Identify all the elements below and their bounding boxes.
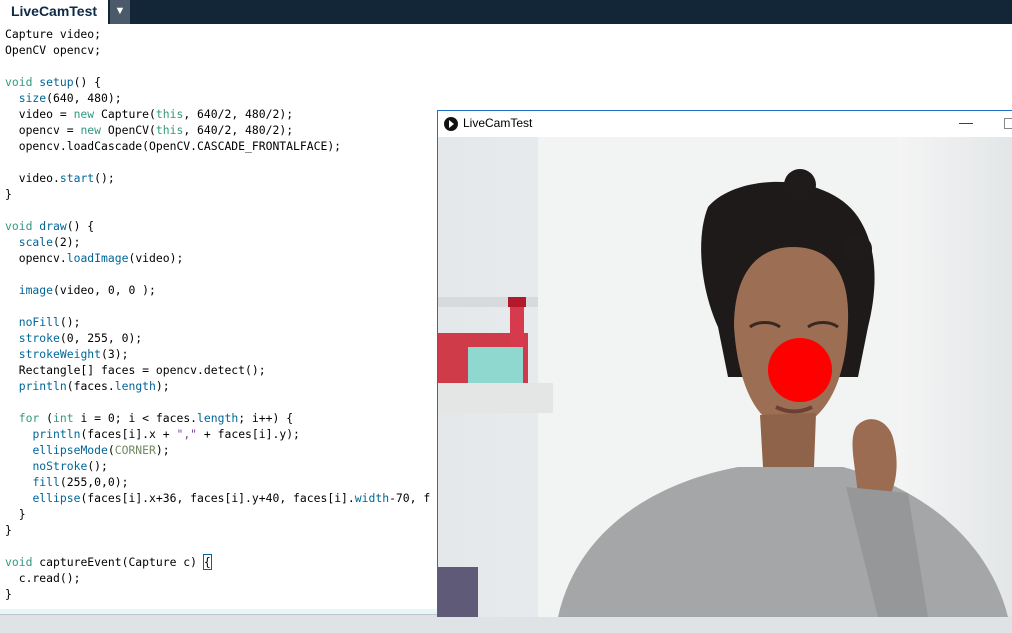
code-line[interactable]: Capture video; [5,26,430,42]
code-line[interactable]: void draw() { [5,218,430,234]
code-line[interactable] [5,538,430,554]
code-line[interactable] [5,154,430,170]
code-line[interactable]: } [5,186,430,202]
code-line[interactable]: size(640, 480); [5,90,430,106]
code-line[interactable]: opencv.loadCascade(OpenCV.CASCADE_FRONTA… [5,138,430,154]
code-line[interactable]: noStroke(); [5,458,430,474]
code-line[interactable]: Rectangle[] faces = opencv.detect(); [5,362,430,378]
code-line[interactable] [5,394,430,410]
sketch-window-title: LiveCamTest [463,116,533,130]
code-line[interactable]: OpenCV opencv; [5,42,430,58]
code-line[interactable]: opencv.loadImage(video); [5,250,430,266]
code-line[interactable]: void captureEvent(Capture c) { [5,554,430,570]
webcam-feed [438,137,1012,617]
code-line[interactable]: strokeWeight(3); [5,346,430,362]
code-line[interactable] [5,266,430,282]
code-line[interactable]: stroke(0, 255, 0); [5,330,430,346]
code-line[interactable]: } [5,506,430,522]
code-line[interactable]: image(video, 0, 0 ); [5,282,430,298]
code-line[interactable]: opencv = new OpenCV(this, 640/2, 480/2); [5,122,430,138]
code-line[interactable]: println(faces.length); [5,378,430,394]
code-line[interactable]: fill(255,0,0); [5,474,430,490]
code-line[interactable] [5,58,430,74]
code-line[interactable] [5,202,430,218]
sketch-window-titlebar[interactable]: LiveCamTest — [438,111,1012,137]
maximize-button[interactable] [1004,118,1012,129]
code-line[interactable]: void setup() { [5,74,430,90]
sketch-window: LiveCamTest — [437,110,1012,617]
code-line[interactable]: } [5,586,430,602]
tab-livecamtest[interactable]: LiveCamTest [0,0,108,24]
code-line[interactable]: c.read(); [5,570,430,586]
code-text[interactable]: Capture video; OpenCV opencv; void setup()… [5,26,430,602]
code-line[interactable]: println(faces[i].x + "," + faces[i].y); [5,426,430,442]
code-line[interactable]: } [5,522,430,538]
code-line[interactable]: ellipseMode(CORNER); [5,442,430,458]
code-line[interactable]: video.start(); [5,170,430,186]
tab-bar: LiveCamTest ▼ [0,0,1012,24]
code-line[interactable]: scale(2); [5,234,430,250]
code-line[interactable]: for (int i = 0; i < faces.length; i++) { [5,410,430,426]
tab-menu-arrow-icon[interactable]: ▼ [110,0,130,24]
webcam-image [438,137,1012,617]
code-line[interactable]: noFill(); [5,314,430,330]
code-line[interactable]: video = new Capture(this, 640/2, 480/2); [5,106,430,122]
red-nose-ellipse [768,338,832,402]
minimize-button[interactable]: — [954,115,978,131]
code-line[interactable]: ellipse(faces[i].x+36, faces[i].y+40, fa… [5,490,430,506]
code-line[interactable] [5,298,430,314]
processing-play-icon [444,117,458,131]
